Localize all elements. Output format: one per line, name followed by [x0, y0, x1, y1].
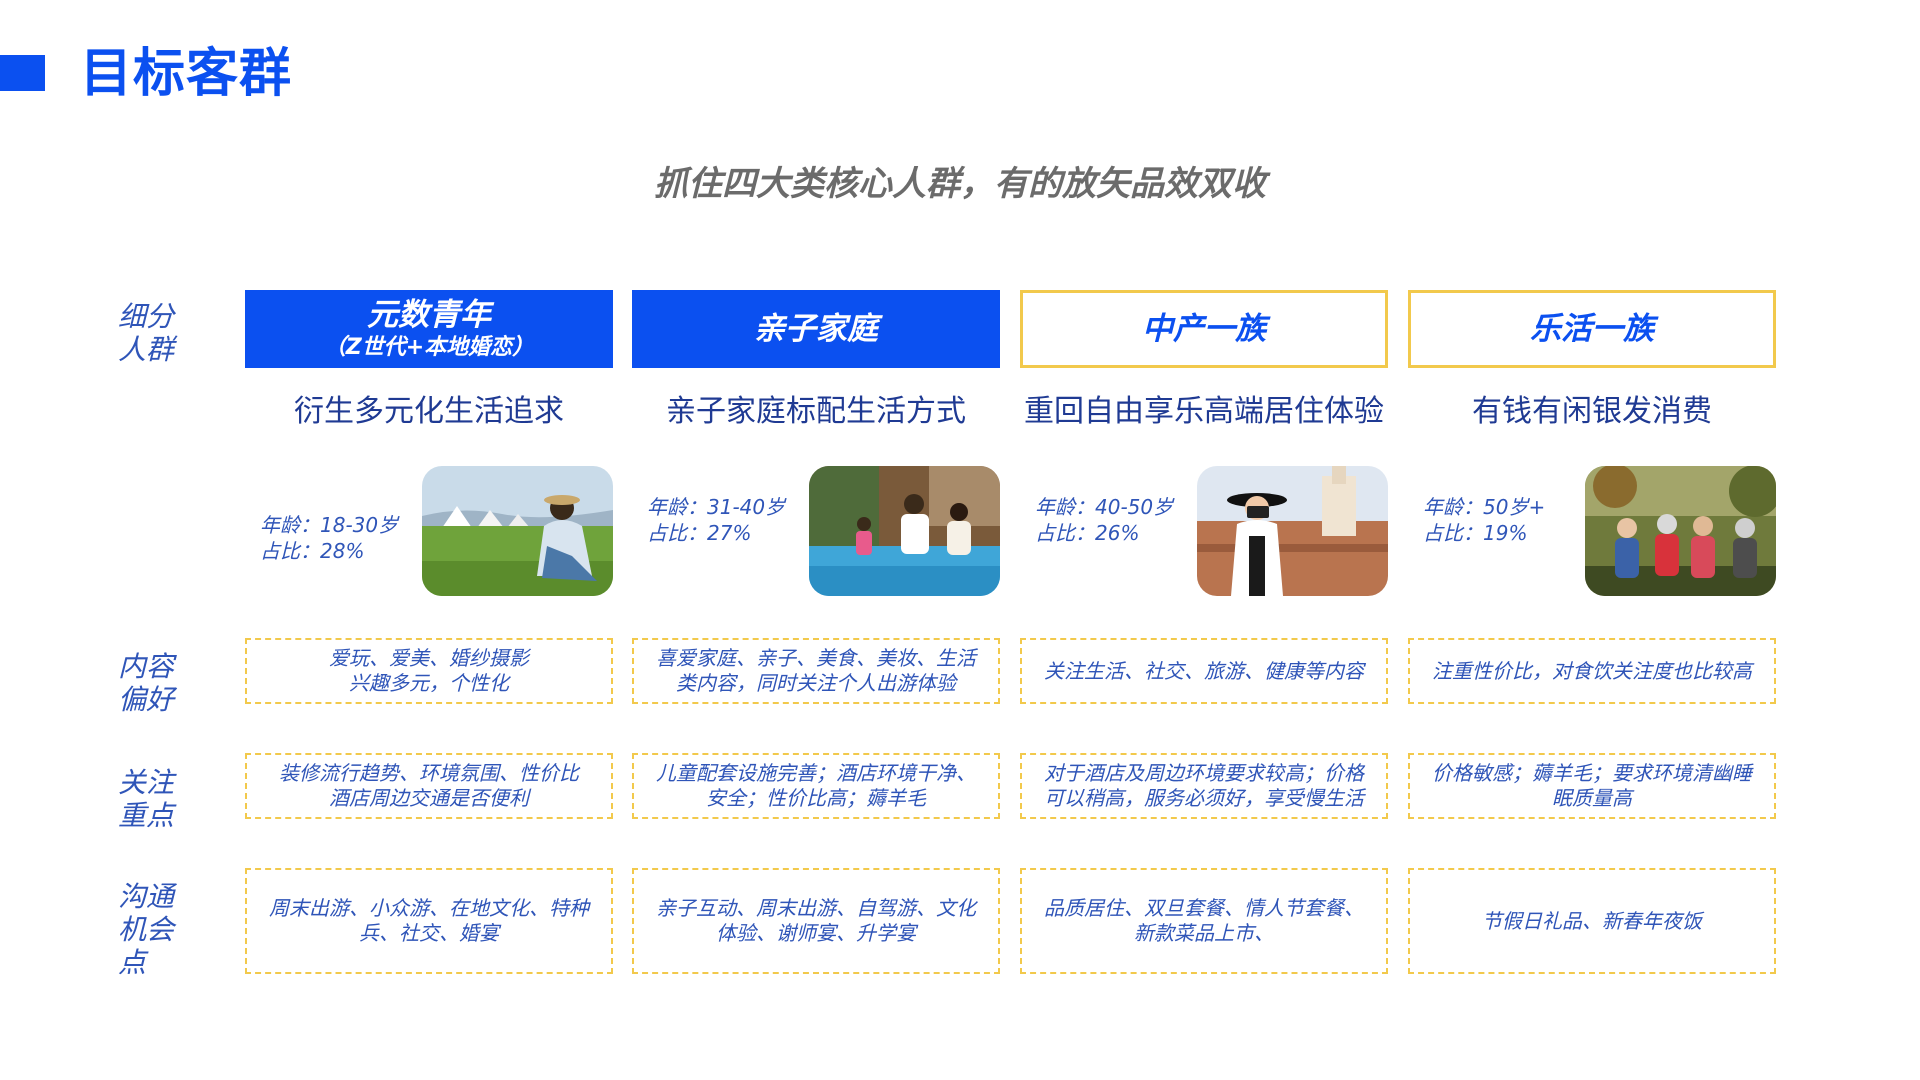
opportunity-box: 品质居住、双旦套餐、情人节套餐、 新款菜品上市、	[1020, 868, 1388, 974]
segment-header-3: 中产一族	[1020, 290, 1388, 368]
segment-header-1: 元数青年 （Z世代+本地婚恋）	[245, 290, 613, 368]
segment-stats: 年龄：18-30岁 占比：28%	[260, 512, 420, 564]
row-label-content: 内容 偏好	[118, 650, 175, 716]
focus-point-box: 儿童配套设施完善；酒店环境干净、 安全；性价比高；薅羊毛	[632, 753, 1000, 819]
focus-point-box: 装修流行趋势、环境氛围、性价比 酒店周边交通是否便利	[245, 753, 613, 819]
opportunity-box: 节假日礼品、新春年夜饭	[1408, 868, 1776, 974]
segment-stats: 年龄：31-40岁 占比：27%	[647, 494, 807, 546]
focus-point-box: 价格敏感；薅羊毛；要求环境清幽睡 眠质量高	[1408, 753, 1776, 819]
young-woman-on-grass-photo	[422, 466, 613, 596]
segment-share: 占比：19%	[1423, 521, 1528, 545]
segment-tagline: 亲子家庭标配生活方式	[666, 394, 966, 429]
row-label-opportunity: 沟通 机会 点	[118, 880, 175, 979]
segment-tagline: 重回自由享乐高端居住体验	[1024, 394, 1384, 429]
segment-age: 年龄：18-30岁	[260, 513, 399, 537]
segment-age: 年龄：50岁+	[1423, 495, 1546, 519]
segment-share: 占比：27%	[647, 521, 752, 545]
segment-name: 中产一族	[1142, 311, 1266, 347]
segment-stats: 年龄：40-50岁 占比：26%	[1035, 494, 1195, 546]
row-label-focus: 关注 重点	[118, 766, 175, 832]
segment-tagline: 有钱有闲银发消费	[1472, 394, 1712, 429]
family-by-pool-photo	[809, 466, 1000, 596]
content-preference-box: 喜爱家庭、亲子、美食、美妆、生活 类内容，同时关注个人出游体验	[632, 638, 1000, 704]
page-title: 目标客群	[80, 44, 293, 104]
opportunity-box: 亲子互动、周末出游、自驾游、文化 体验、谢师宴、升学宴	[632, 868, 1000, 974]
segment-name: 亲子家庭	[754, 311, 878, 347]
content-preference-box: 注重性价比，对食饮关注度也比较高	[1408, 638, 1776, 704]
segment-name: 乐活一族	[1530, 311, 1654, 347]
segment-name: 元数青年	[367, 297, 491, 333]
focus-point-box: 对于酒店及周边环境要求较高；价格 可以稍高，服务必须好，享受慢生活	[1020, 753, 1388, 819]
segment-share: 占比：26%	[1035, 521, 1140, 545]
content-preference-box: 爱玩、爱美、婚纱摄影 兴趣多元，个性化	[245, 638, 613, 704]
page-subtitle: 抓住四大类核心人群，有的放矢品效双收	[654, 164, 1266, 204]
segment-stats: 年龄：50岁+ 占比：19%	[1423, 494, 1583, 546]
segment-share: 占比：28%	[260, 539, 365, 563]
opportunity-box: 周末出游、小众游、在地文化、特种 兵、社交、婚宴	[245, 868, 613, 974]
segment-header-2: 亲子家庭	[632, 290, 1000, 368]
row-label-segment: 细分 人群	[118, 300, 175, 366]
seniors-hiking-photo	[1585, 466, 1776, 596]
woman-with-camera-photo	[1197, 466, 1388, 596]
content-preference-box: 关注生活、社交、旅游、健康等内容	[1020, 638, 1388, 704]
segment-header-4: 乐活一族	[1408, 290, 1776, 368]
segment-tagline: 衍生多元化生活追求	[294, 394, 564, 429]
segment-subname: （Z世代+本地婚恋）	[323, 335, 535, 360]
title-accent-bar	[0, 55, 45, 91]
segment-age: 年龄：31-40岁	[647, 495, 786, 519]
segment-age: 年龄：40-50岁	[1035, 495, 1174, 519]
